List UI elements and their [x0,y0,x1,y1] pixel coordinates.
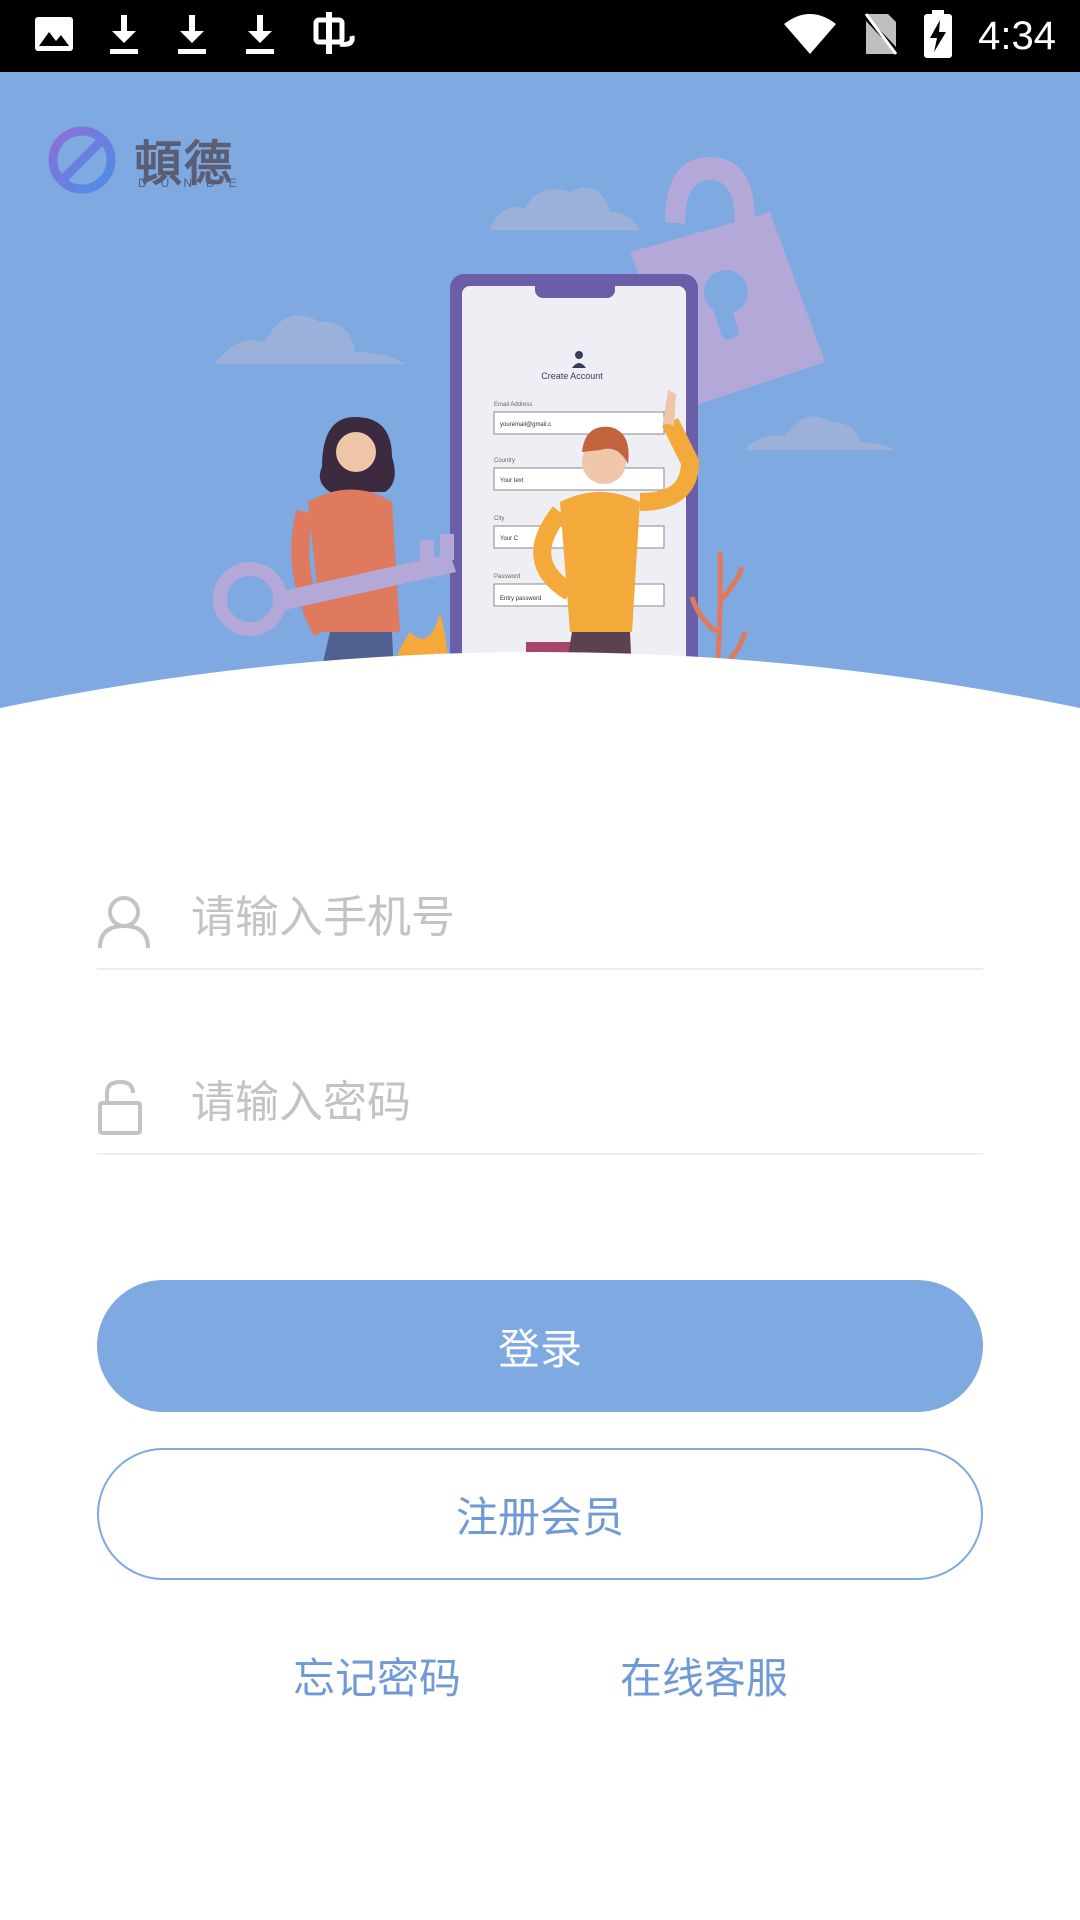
hero-curve [0,652,1080,772]
illus-country-value: Your text [500,478,524,484]
lock-icon [97,1079,143,1139]
battery-charging-icon [924,10,953,62]
download-icon [106,13,142,59]
no-sim-icon [862,12,900,60]
illus-password-label: Password [494,574,520,580]
illus-country-label: Country [494,458,515,464]
download-icon [174,13,210,59]
brand-logo-icon [48,126,116,194]
online-support-link[interactable]: 在线客服 [620,1645,788,1706]
illus-email-label: Email Address [494,402,532,408]
illus-email-value: youremail@gmail.c [500,422,551,428]
wifi-icon [782,12,838,60]
illus-city-label: City [494,516,504,522]
app-notify-icon [310,10,358,62]
illus-form-title: Create Account [541,371,603,381]
status-bar: 4:34 [0,0,1080,72]
password-input[interactable] [189,1063,973,1141]
status-time: 4:34 [978,13,1056,58]
image-icon [34,16,74,56]
brand-subtitle: DUNDE [138,176,251,190]
illus-city-value: Your C [500,536,519,542]
password-field [97,1043,983,1155]
forgot-password-link[interactable]: 忘记密码 [293,1645,461,1706]
register-button[interactable]: 注册会员 [97,1448,983,1580]
phone-input[interactable] [189,878,973,956]
download-icon [242,13,278,59]
login-button[interactable]: 登录 [97,1280,983,1412]
phone-field [97,858,983,970]
user-icon [97,894,151,954]
illus-password-value: Entry password [500,596,541,602]
